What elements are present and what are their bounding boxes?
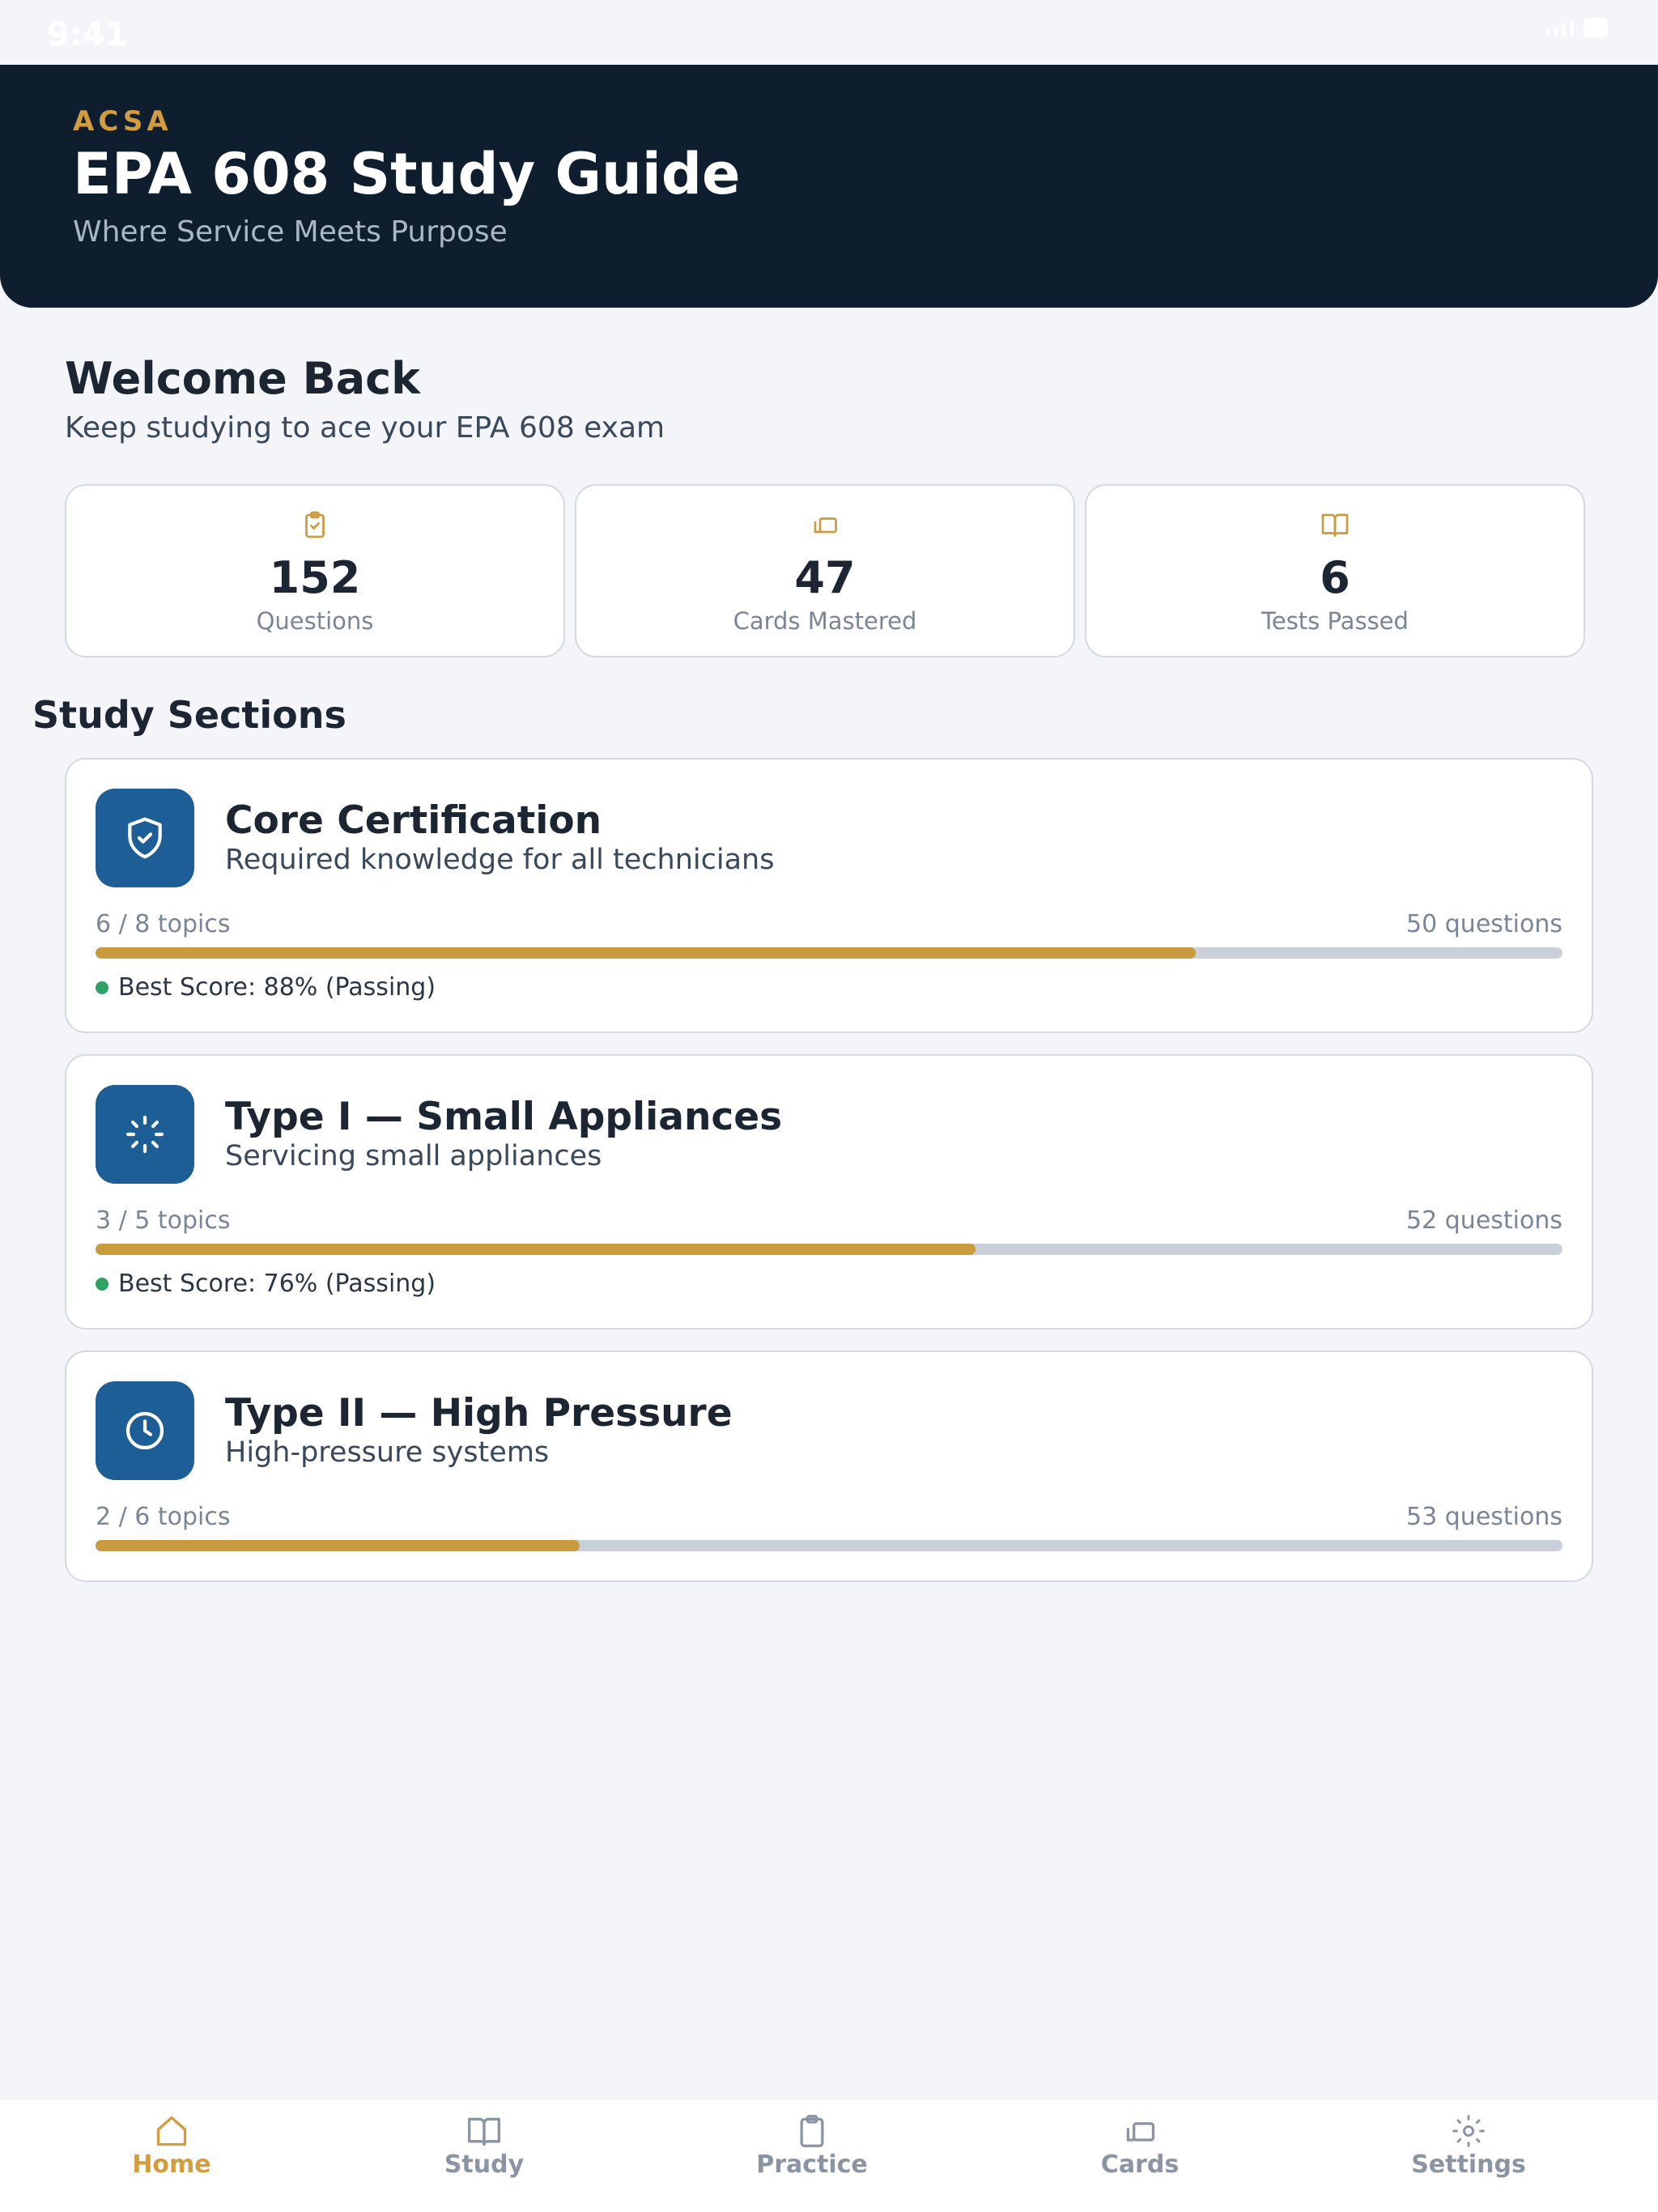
stat-card-cards: 47 Cards Mastered — [575, 484, 1075, 657]
cards-icon — [814, 517, 837, 534]
section-icon-box — [96, 789, 194, 887]
stat-label: Cards Mastered — [733, 607, 917, 635]
brand-label: ACSA — [73, 105, 172, 138]
stat-value: 47 — [794, 552, 856, 603]
best-score-text: Best Score: 76% (Passing) — [118, 1270, 436, 1298]
stat-card-tests: 6 Tests Passed — [1085, 484, 1585, 657]
status-time: 9:41 — [47, 16, 128, 53]
section-card-type-1[interactable]: Type I — Small Appliances Servicing smal… — [65, 1054, 1593, 1329]
progress-fill — [96, 947, 1196, 959]
app-tagline: Where Service Meets Purpose — [73, 215, 508, 249]
tab-practice[interactable]: Practice — [731, 2113, 893, 2179]
tab-cards[interactable]: Cards — [1059, 2113, 1221, 2179]
signal-icon — [1545, 19, 1574, 36]
section-icon-box — [96, 1085, 194, 1184]
section-topics: 2 / 6 topics — [96, 1503, 231, 1531]
bottom-tab-bar: Home Study Practice Cards Settings — [0, 2100, 1658, 2212]
tab-label: Study — [444, 2150, 525, 2179]
tab-settings[interactable]: Settings — [1388, 2113, 1550, 2179]
passing-dot-icon — [96, 1277, 108, 1291]
progress-bar — [96, 1244, 1562, 1255]
clipboard-icon — [800, 2115, 824, 2147]
gear-icon — [1452, 2115, 1485, 2147]
progress-fill — [96, 1244, 976, 1255]
best-score: Best Score: 76% (Passing) — [96, 1270, 436, 1298]
tab-label: Practice — [756, 2150, 868, 2179]
status-bar: 9:41 — [0, 0, 1658, 65]
section-card-core[interactable]: Core Certification Required knowledge fo… — [65, 758, 1593, 1033]
progress-bar — [96, 1540, 1562, 1551]
section-questions: 52 questions — [1406, 1206, 1562, 1235]
tab-label: Cards — [1100, 2150, 1180, 2179]
app-header: ACSA EPA 608 Study Guide Where Service M… — [0, 65, 1658, 308]
best-score-text: Best Score: 88% (Passing) — [118, 973, 436, 1002]
passing-dot-icon — [96, 981, 108, 994]
progress-fill — [96, 1540, 580, 1551]
stat-value: 6 — [1320, 552, 1350, 603]
section-topics: 6 / 8 topics — [96, 910, 231, 938]
section-subtitle: Required knowledge for all technicians — [225, 844, 775, 876]
cards-icon — [1126, 2122, 1155, 2142]
section-subtitle: High-pressure systems — [225, 1436, 550, 1469]
section-title: Core Certification — [225, 798, 602, 843]
tab-label: Home — [132, 2150, 211, 2179]
section-title: Type I — Small Appliances — [225, 1095, 783, 1139]
clipboard-check-icon — [305, 511, 325, 538]
section-subtitle: Servicing small appliances — [225, 1140, 602, 1172]
section-questions: 50 questions — [1406, 910, 1562, 938]
clock-icon — [125, 1411, 164, 1450]
section-icon-box — [96, 1381, 194, 1480]
stat-label: Questions — [256, 607, 374, 635]
stat-value: 152 — [269, 552, 361, 603]
book-open-icon — [1321, 513, 1349, 537]
tab-study[interactable]: Study — [403, 2113, 565, 2179]
stat-label: Tests Passed — [1261, 607, 1409, 635]
section-topics: 3 / 5 topics — [96, 1206, 231, 1235]
best-score: Best Score: 88% (Passing) — [96, 973, 436, 1002]
stat-card-questions: 152 Questions — [65, 484, 565, 657]
book-open-icon — [468, 2117, 500, 2146]
status-icons — [1545, 18, 1608, 37]
app-title: EPA 608 Study Guide — [73, 141, 741, 207]
progress-bar — [96, 947, 1562, 959]
welcome-subtitle: Keep studying to ace your EPA 608 exam — [65, 411, 665, 445]
battery-icon — [1584, 18, 1608, 37]
section-heading: Study Sections — [32, 693, 346, 737]
section-questions: 53 questions — [1406, 1503, 1562, 1531]
shield-check-icon — [128, 817, 162, 859]
tab-label: Settings — [1411, 2150, 1526, 2179]
tab-home[interactable]: Home — [91, 2113, 253, 2179]
home-icon — [156, 2116, 187, 2146]
section-title: Type II — High Pressure — [225, 1391, 733, 1436]
app-screen: 9:41 ACSA EPA 608 Study Guide Where Serv… — [0, 0, 1658, 2212]
section-card-type-2[interactable]: Type II — High Pressure High-pressure sy… — [65, 1351, 1593, 1582]
loader-icon — [125, 1115, 164, 1154]
welcome-title: Welcome Back — [65, 353, 421, 404]
